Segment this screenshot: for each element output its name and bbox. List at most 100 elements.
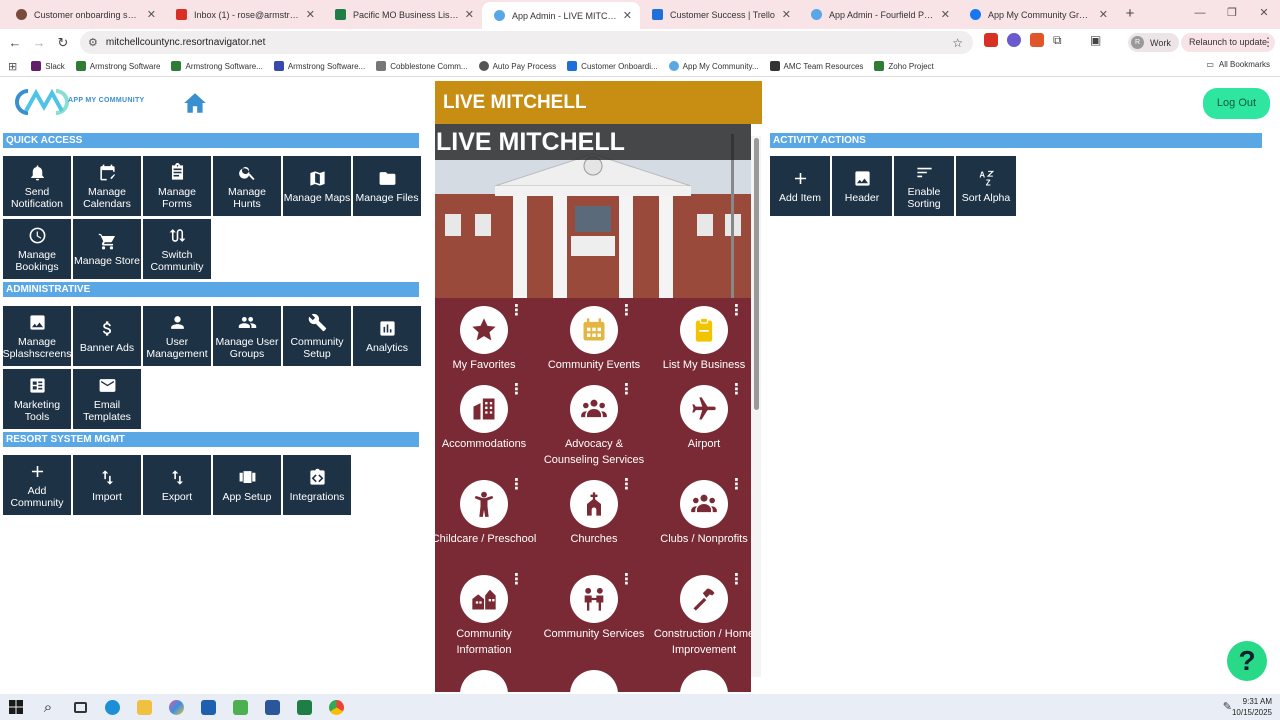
community-setup-button[interactable]: Community Setup [283, 306, 351, 366]
category-community-services[interactable]: ⋮ Community Services [539, 572, 649, 642]
bookmark-item[interactable]: Armstrong Software... [171, 61, 263, 71]
marketing-tools-button[interactable]: Marketing Tools [3, 369, 71, 429]
manage-files-button[interactable]: Manage Files [353, 156, 421, 216]
all-bookmarks-button[interactable]: ▭ All Bookmarks [1206, 60, 1270, 69]
manage-maps-button[interactable]: Manage Maps [283, 156, 351, 216]
send-notification-button[interactable]: Send Notification [3, 156, 71, 216]
bookmark-item[interactable]: App My Community... [668, 61, 759, 71]
maximize-icon[interactable]: ❐ [1216, 0, 1248, 29]
puzzle-icon[interactable]: ⧉ [1053, 33, 1067, 47]
more-options-icon[interactable]: ⋮ [729, 477, 744, 492]
scrollbar-thumb[interactable] [754, 138, 759, 410]
close-icon[interactable]: ✕ [1099, 8, 1108, 21]
search-button[interactable]: ⌕ [32, 699, 64, 716]
close-icon[interactable]: ✕ [306, 8, 315, 21]
bookmark-item[interactable]: Zoho Project [874, 61, 934, 71]
tab-app-admin-fourfield[interactable]: App Admin - Fourfield Pond RV ✕ [799, 0, 958, 29]
more-options-icon[interactable]: ⋮ [619, 382, 634, 397]
taskbar-app[interactable] [128, 699, 160, 715]
more-options-icon[interactable]: ⋮ [509, 477, 524, 492]
side-panel-icon[interactable]: ▣ [1090, 33, 1104, 47]
start-button[interactable] [0, 700, 32, 714]
more-options-icon[interactable]: ⋮ [729, 303, 744, 318]
taskbar-app[interactable] [192, 699, 224, 715]
close-icon[interactable]: ✕ [147, 8, 156, 21]
category-list-my-business[interactable]: ⋮ List My Business [649, 303, 759, 373]
url-bar[interactable]: ⚙ mitchellcountync.resortnavigator.net ☆ [80, 31, 973, 54]
taskbar-app[interactable] [320, 699, 352, 715]
category-churches[interactable]: ⋮ Churches [539, 477, 649, 547]
category-advocacy-counseling[interactable]: ⋮ Advocacy & Counseling Services [539, 382, 649, 468]
email-templates-button[interactable]: Email Templates [73, 369, 141, 429]
manage-forms-button[interactable]: Manage Forms [143, 156, 211, 216]
switch-community-button[interactable]: Switch Community [143, 219, 211, 279]
logout-button[interactable]: Log Out [1203, 88, 1270, 119]
new-tab-button[interactable]: + [1116, 0, 1144, 29]
tab-inbox[interactable]: Inbox (1) - rose@armstrongsoft ✕ [164, 0, 323, 29]
more-options-icon[interactable]: ⋮ [729, 382, 744, 397]
more-options-icon[interactable]: ⋮ [619, 303, 634, 318]
manage-splashscreens-button[interactable]: Manage Splashscreens [3, 306, 71, 366]
add-community-button[interactable]: Add Community [3, 455, 71, 515]
manage-store-button[interactable]: Manage Store [73, 219, 141, 279]
header-button[interactable]: Header [832, 156, 892, 216]
category-childcare-preschool[interactable]: ⋮ Childcare / Preschool [435, 477, 539, 547]
reload-icon[interactable]: ↻ [51, 35, 75, 51]
bookmark-item[interactable]: Auto Pay Process [478, 61, 556, 71]
manage-hunts-button[interactable]: Manage Hunts [213, 156, 281, 216]
bookmark-item[interactable]: Slack [31, 61, 65, 71]
category-accommodations[interactable]: ⋮ Accommodations [435, 382, 539, 452]
tab-trello[interactable]: Customer Success | Trello ✕ [640, 0, 799, 29]
home-icon[interactable] [182, 90, 208, 116]
close-icon[interactable]: ✕ [623, 9, 632, 22]
tab-pacific-mo[interactable]: Pacific MO Business Listing Cat ✕ [323, 0, 482, 29]
bookmark-item[interactable]: Armstrong Software [75, 61, 160, 71]
tab-customer-onboarding-survey[interactable]: Customer onboarding survey ✕ [4, 0, 164, 29]
export-button[interactable]: Export [143, 455, 211, 515]
tab-app-admin-live-mitchell[interactable]: App Admin - LIVE MITCHELL ✕ [482, 2, 640, 29]
minimize-icon[interactable]: — [1184, 0, 1216, 29]
category-my-favorites[interactable]: ⋮ My Favorites [435, 303, 539, 373]
app-setup-button[interactable]: App Setup [213, 455, 281, 515]
bookmark-item[interactable]: Cobblestone Comm... [376, 61, 468, 71]
back-icon[interactable]: ← [3, 35, 27, 50]
profile-button[interactable]: R Work [1128, 33, 1179, 52]
forward-icon[interactable]: → [27, 35, 51, 50]
help-button[interactable]: ? [1227, 641, 1267, 681]
add-item-button[interactable]: Add Item [770, 156, 830, 216]
pen-icon[interactable]: ✎ [1223, 700, 1232, 713]
more-options-icon[interactable]: ⋮ [619, 572, 634, 587]
bookmark-star-icon[interactable]: ☆ [952, 36, 963, 50]
tab-facebook-group[interactable]: App My Community Group | Fa ✕ [958, 0, 1116, 29]
more-options-icon[interactable]: ⋮ [509, 382, 524, 397]
analytics-button[interactable]: Analytics [353, 306, 421, 366]
page-scrollbar[interactable] [1269, 126, 1277, 686]
task-view-button[interactable] [64, 701, 96, 713]
integrations-button[interactable]: Integrations [283, 455, 351, 515]
bookmark-item[interactable]: Customer Onboardi... [567, 61, 658, 71]
user-management-button[interactable]: User Management [143, 306, 211, 366]
category-clubs-nonprofits[interactable]: ⋮ Clubs / Nonprofits [649, 477, 759, 547]
banner-ads-button[interactable]: Banner Ads [73, 306, 141, 366]
site-info-icon[interactable]: ⚙ [88, 36, 98, 49]
app-logo[interactable]: APP MY COMMUNITY [12, 87, 145, 117]
category-community-events[interactable]: ⋮ Community Events [539, 303, 649, 373]
category-icon-partial[interactable] [570, 670, 618, 692]
extension-icon[interactable] [1007, 33, 1021, 47]
close-window-icon[interactable]: ✕ [1248, 0, 1280, 29]
more-options-icon[interactable]: ⋮ [509, 572, 524, 587]
category-icon-partial[interactable] [460, 670, 508, 692]
category-airport[interactable]: ⋮ Airport [649, 382, 759, 452]
sort-alpha-button[interactable]: AZ Sort Alpha [956, 156, 1016, 216]
relaunch-button[interactable]: Relaunch to update [1181, 33, 1276, 52]
system-clock[interactable]: 9:31 AM 10/15/2025 [1232, 696, 1272, 718]
phone-scrollbar[interactable] [751, 136, 761, 677]
menu-icon[interactable]: ⋮ [1262, 35, 1274, 49]
taskbar-app[interactable] [224, 699, 256, 715]
manage-bookings-button[interactable]: Manage Bookings [3, 219, 71, 279]
more-options-icon[interactable]: ⋮ [619, 477, 634, 492]
category-construction-home-improvement[interactable]: ⋮ Construction / Home Improvement [649, 572, 759, 658]
taskbar-app[interactable] [96, 699, 128, 715]
apps-grid-icon[interactable]: ⊞ [8, 60, 17, 73]
close-icon[interactable]: ✕ [782, 8, 791, 21]
